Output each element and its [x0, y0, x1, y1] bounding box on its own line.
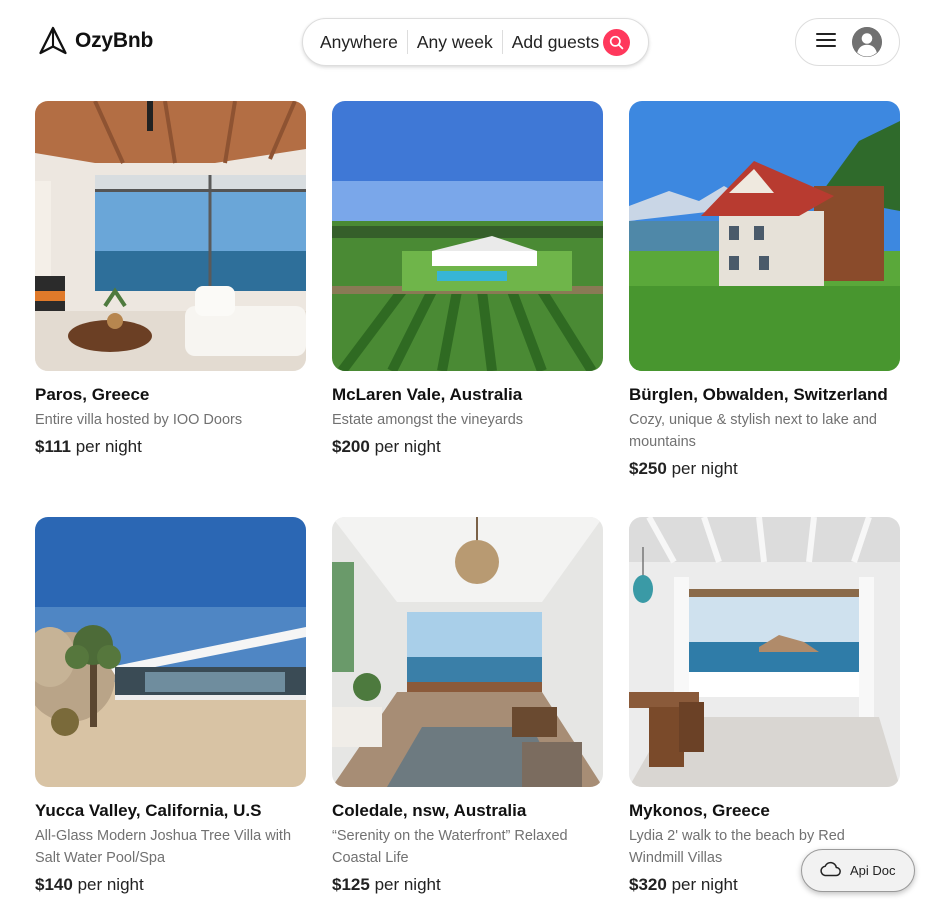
listing-photo[interactable]	[35, 517, 306, 787]
listing-title: Yucca Valley, California, U.S	[35, 801, 262, 820]
price-amount: $125	[332, 875, 370, 894]
brand-name: OzyBnb	[75, 29, 154, 52]
listing-photo[interactable]	[332, 101, 603, 371]
search-where[interactable]: Anywhere	[320, 32, 398, 53]
listing-title: Paros, Greece	[35, 385, 150, 404]
search-icon	[609, 35, 624, 50]
price-amount: $200	[332, 437, 370, 456]
listing-photo[interactable]	[332, 517, 603, 787]
price-suffix: per night	[671, 875, 738, 894]
paper-plane-icon	[38, 26, 68, 56]
price-amount: $140	[35, 875, 73, 894]
listing-price: $125 per night	[332, 874, 603, 896]
price-suffix: per night	[75, 437, 142, 456]
listing-card[interactable]: Paros, Greece Entire villa hosted by IOO…	[35, 101, 306, 458]
api-doc-label: Api Doc	[850, 863, 896, 878]
avatar	[852, 27, 882, 57]
listing-card[interactable]: Coledale, nsw, Australia “Serenity on th…	[332, 517, 603, 896]
listing-card[interactable]: Bürglen, Obwalden, Switzerland Cozy, uni…	[629, 101, 900, 480]
listing-card[interactable]: McLaren Vale, Australia Estate amongst t…	[332, 101, 603, 458]
listing-description: Entire villa hosted by IOO Doors	[35, 412, 243, 428]
logo[interactable]: OzyBnb	[38, 26, 153, 56]
price-suffix: per night	[77, 875, 144, 894]
price-suffix: per night	[671, 459, 738, 478]
listing-description: All-Glass Modern Joshua Tree Villa with …	[35, 828, 292, 866]
listing-description: “Serenity on the Waterfront” Relaxed Coa…	[332, 828, 568, 866]
price-amount: $111	[35, 437, 71, 456]
listing-photo[interactable]	[629, 517, 900, 787]
listing-title: Mykonos, Greece	[629, 801, 770, 820]
price-amount: $250	[629, 459, 667, 478]
api-doc-button[interactable]: Api Doc	[801, 849, 915, 892]
search-divider	[406, 30, 408, 54]
search-button[interactable]	[603, 29, 630, 56]
listing-card[interactable]: Yucca Valley, California, U.S All-Glass …	[35, 517, 306, 896]
listing-title: McLaren Vale, Australia	[332, 385, 523, 404]
hamburger-icon	[816, 32, 836, 53]
listing-price: $200 per night	[332, 436, 603, 458]
user-menu-button[interactable]	[795, 18, 900, 66]
search-who[interactable]: Add guests	[512, 32, 600, 53]
price-amount: $320	[629, 875, 667, 894]
listing-description: Cozy, unique & stylish next to lake and …	[629, 412, 877, 450]
listing-price: $140 per night	[35, 874, 306, 896]
page: OzyBnb Anywhere Any week Add guests Paro…	[0, 0, 930, 905]
listing-photo[interactable]	[35, 101, 306, 371]
listing-title: Coledale, nsw, Australia	[332, 801, 527, 820]
search-bar[interactable]: Anywhere Any week Add guests	[302, 18, 649, 66]
listing-price: $111 per night	[35, 436, 306, 458]
listing-photo[interactable]	[629, 101, 900, 371]
price-suffix: per night	[374, 437, 441, 456]
search-divider	[501, 30, 503, 54]
search-when[interactable]: Any week	[417, 32, 493, 53]
user-avatar-icon	[852, 27, 882, 57]
listing-description: Estate amongst the vineyards	[332, 412, 524, 428]
cloud-icon	[819, 860, 841, 882]
listing-title: Bürglen, Obwalden, Switzerland	[629, 385, 888, 404]
price-suffix: per night	[374, 875, 441, 894]
listing-price: $250 per night	[629, 458, 900, 480]
listing-card[interactable]: Mykonos, Greece Lydia 2' walk to the bea…	[629, 517, 900, 896]
